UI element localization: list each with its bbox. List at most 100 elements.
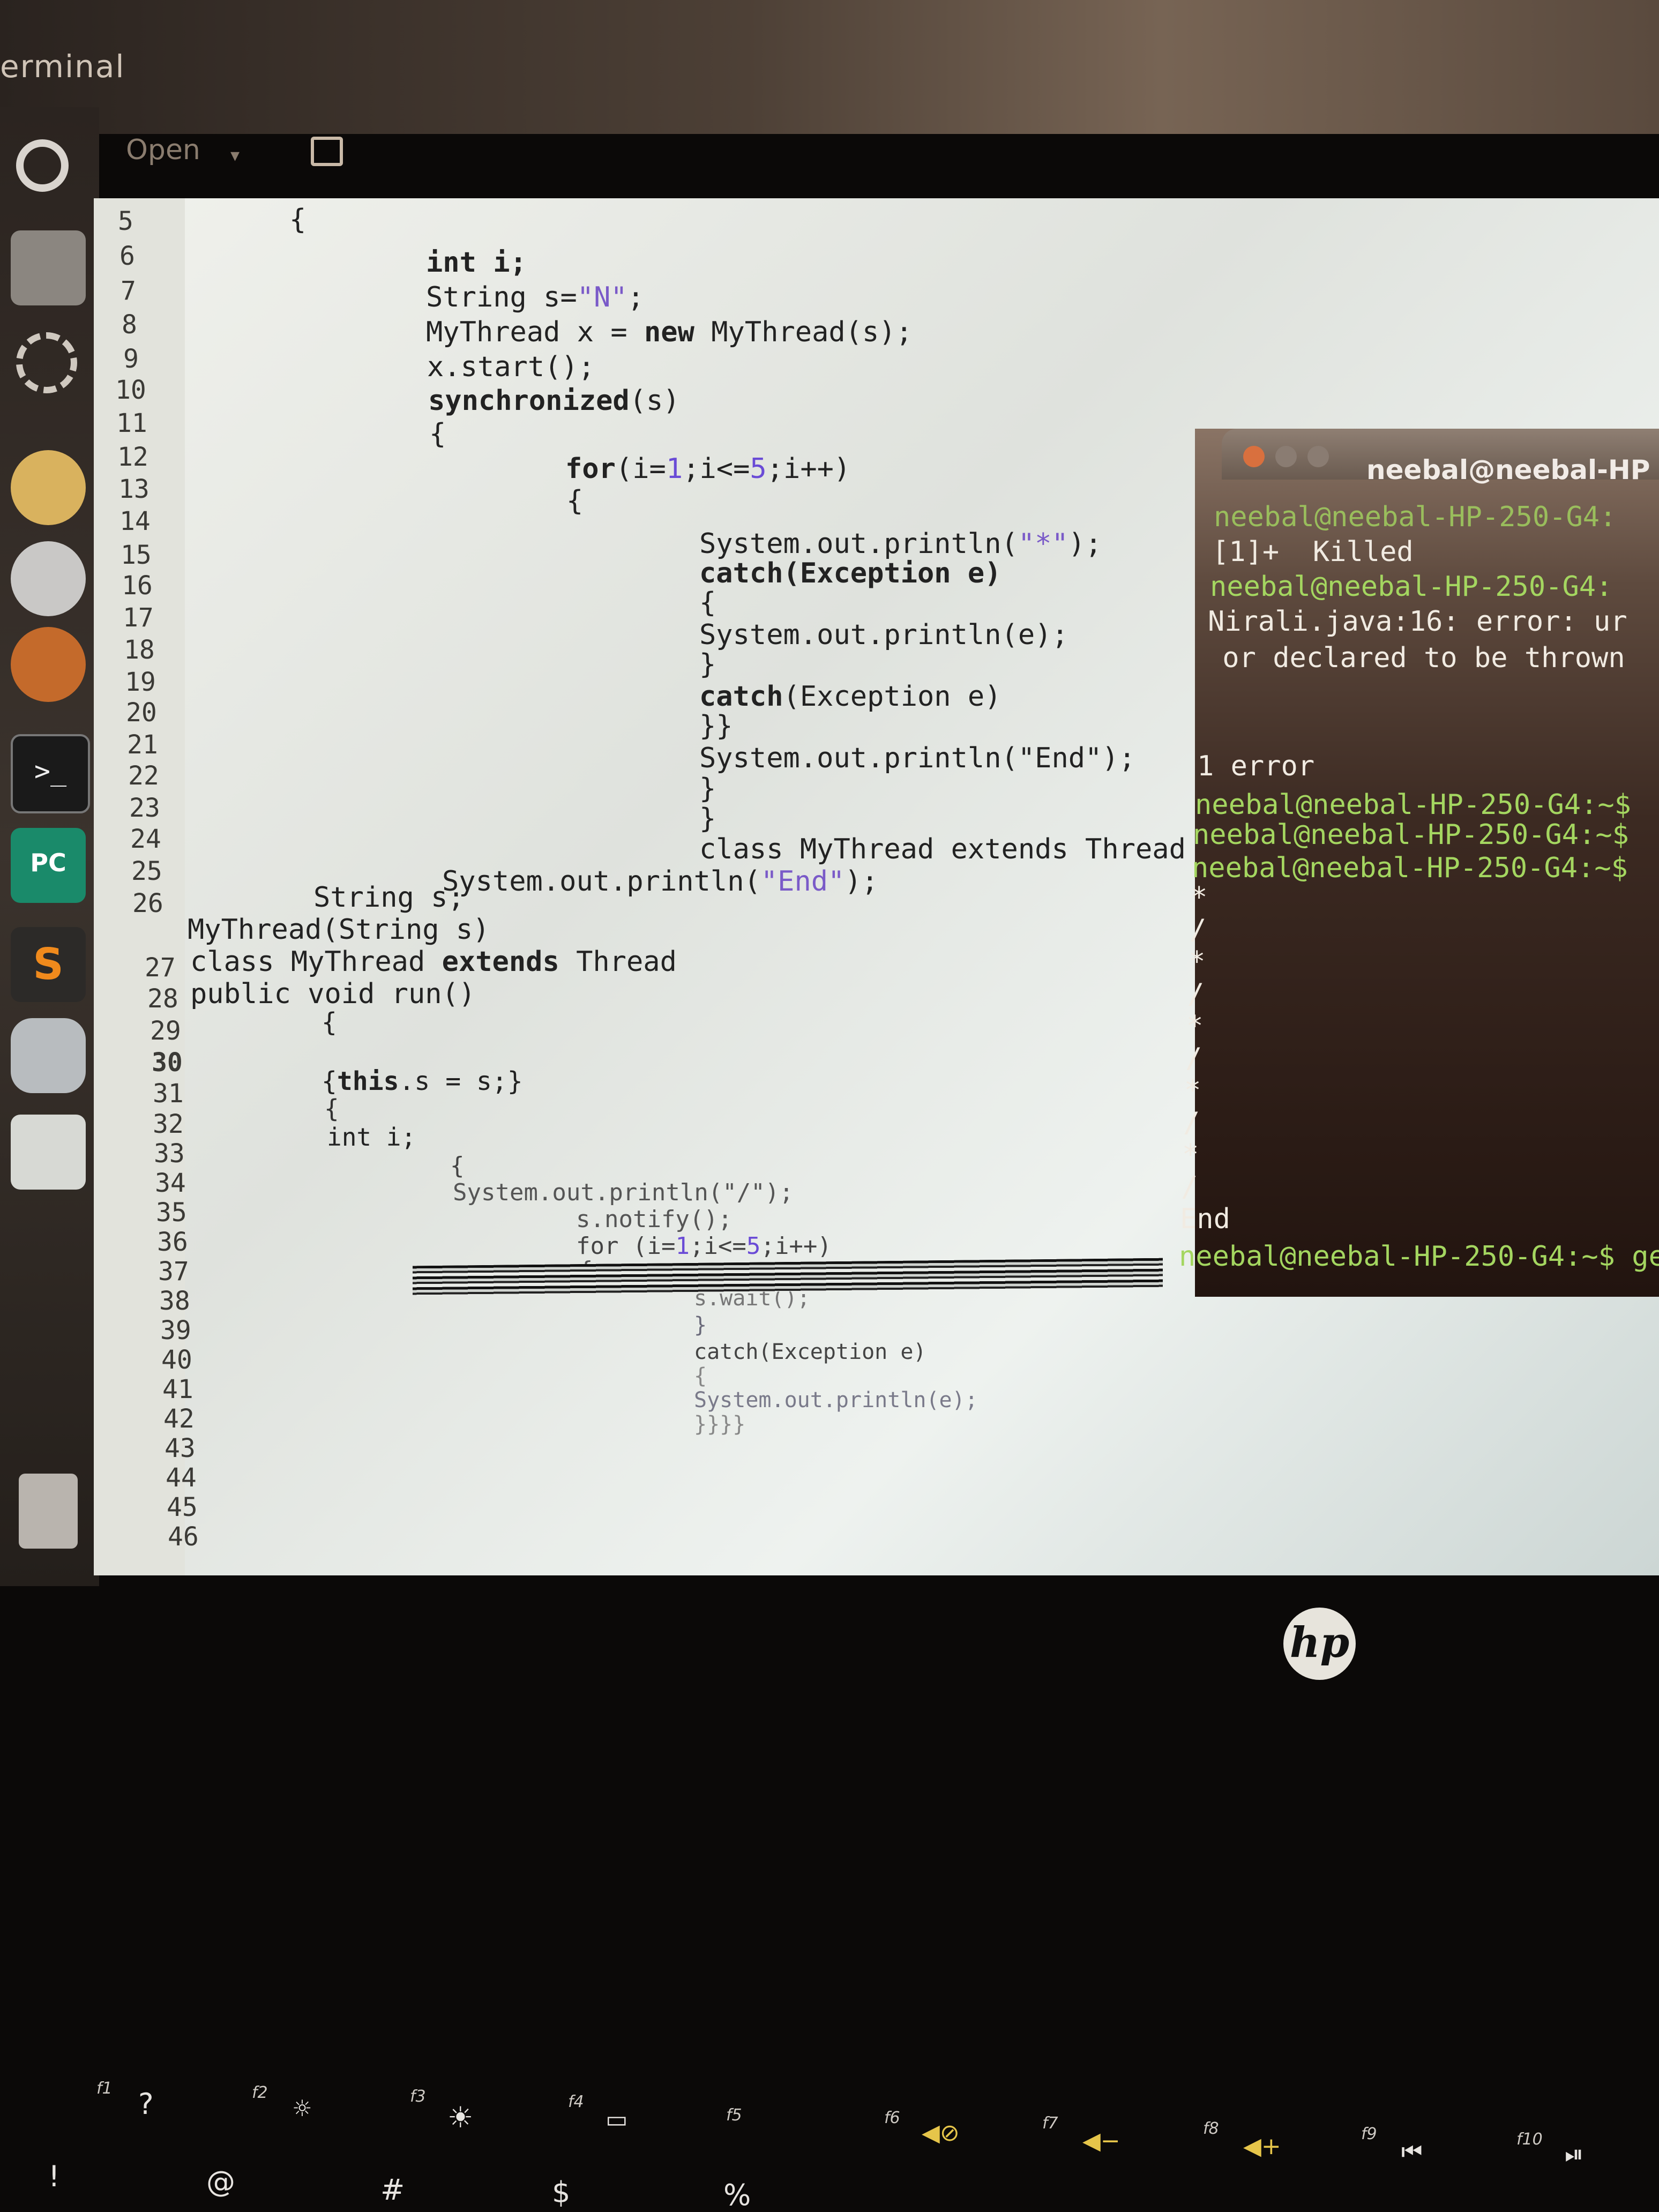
terminal-line: neebal@neebal-HP-250-G4:~$ [1192,852,1628,884]
code-line: String s; [313,881,465,914]
terminal-line: * [1184,1074,1201,1107]
terminal-line: or declared to be thrown [1206,642,1625,674]
line-number: 30 [152,1048,183,1078]
code-line: int i; [426,246,527,279]
brightness-down-icon[interactable]: ☼ [292,2095,312,2121]
line-number: 6 [119,241,135,271]
percent-key[interactable]: % [723,2178,751,2212]
at-key[interactable]: @ [206,2165,235,2199]
fn-key-label: f3 [410,2087,426,2106]
window-title: erminal [0,48,125,85]
line-number: 18 [124,635,155,665]
code-line: { [324,1094,339,1123]
code-line: }} [699,710,733,742]
terminal-line: / [1187,978,1205,1010]
terminal-line: Nirali.java:16: error: ur [1208,606,1627,638]
save-icon[interactable] [311,137,343,166]
line-number: 38 [159,1286,190,1316]
code-line: System.out.println("End"); [699,742,1135,774]
sublime-text-icon[interactable]: S [11,927,86,1002]
fn-key-label: f8 [1203,2119,1219,2138]
dollar-key[interactable]: $ [552,2176,570,2209]
hp-logo: hp [1283,1608,1356,1680]
code-line: { [694,1364,707,1388]
files-icon[interactable] [11,230,86,305]
code-line: class MyThread extends Thread [190,946,677,978]
exclam-key[interactable]: ! [48,2159,60,2193]
code-line: { [566,485,584,517]
firefox-icon[interactable] [11,627,86,702]
line-number: 29 [150,1016,181,1046]
code-line: MyThread x = new MyThread(s); [426,316,913,348]
terminal-line: neebal@neebal-HP-250-G4:~$ [1195,789,1631,821]
terminal-icon[interactable]: >_ [11,734,90,813]
terminal-line: * [1186,1010,1204,1042]
terminal-line: / [1190,914,1207,946]
line-number: 17 [123,603,154,633]
text-editor-icon[interactable] [11,1115,86,1190]
line-number: 28 [147,984,178,1014]
mute-icon[interactable]: ◀⊘ [922,2119,960,2147]
play-pause-icon[interactable]: ⏯ [1565,2141,1583,2168]
brightness-up-icon[interactable]: ☀ [447,2101,473,2134]
open-button[interactable]: Open [126,134,200,166]
code-line: System.out.println("End"); [442,865,878,898]
line-number: 25 [131,856,162,886]
code-line: }}}} [694,1412,746,1437]
terminal-line: / [1183,1107,1200,1139]
pycharm-icon[interactable]: PC [11,828,86,903]
terminal-line: [1]+ Killed [1212,536,1414,568]
terminal-titlebar: neebal@neebal-HP [1222,429,1659,485]
line-number: 27 [145,953,176,983]
close-icon[interactable] [1243,446,1265,467]
terminal-line: neebal@neebal-HP-250-G4:~$ ge [1179,1240,1659,1273]
disc-icon[interactable] [11,541,86,616]
line-number: 33 [154,1139,185,1169]
terminal-line: neebal@neebal-HP-250-G4:~$ [1193,819,1629,851]
terminal-window[interactable]: neebal@neebal-HP neebal@neebal-HP-250-G4… [1179,429,1659,1297]
line-number: 22 [128,761,159,791]
line-number: 12 [117,442,148,472]
chrome-icon[interactable] [11,450,86,525]
volume-up-icon[interactable]: ◀+ [1243,2133,1281,2160]
line-number: 20 [126,698,157,728]
chevron-down-icon[interactable]: ▾ [230,145,240,166]
code-line: x.start(); [427,351,595,383]
line-number: 23 [129,793,160,823]
code-line: class MyThread extends Thread [699,833,1186,865]
trash-icon[interactable] [19,1474,78,1549]
code-line: String s="N"; [426,281,644,313]
code-line: { [322,1007,337,1037]
terminal-line: neebal@neebal-HP-250-G4: [1214,501,1617,533]
line-number: 36 [157,1227,188,1257]
fn-key-label: f9 [1361,2125,1377,2143]
previous-track-icon[interactable]: ⏮ [1401,2138,1423,2165]
code-line: System.out.println(e); [694,1388,978,1413]
line-number: 44 [166,1463,197,1493]
code-line: } [699,648,716,681]
f1-key[interactable]: ? [138,2087,154,2121]
settings-icon[interactable] [16,332,77,393]
display-switch-icon[interactable]: ▭ [606,2106,628,2133]
line-number: 35 [156,1198,187,1228]
line-number: 13 [118,474,150,504]
database-icon[interactable] [11,1018,86,1093]
minimize-icon[interactable] [1275,446,1297,467]
line-number: 37 [158,1257,189,1287]
line-number: 41 [162,1374,193,1404]
line-number: 5 [118,206,133,236]
ubuntu-dash-icon[interactable] [16,139,69,192]
line-number: 11 [116,408,147,438]
volume-down-icon[interactable]: ◀− [1082,2127,1120,2155]
line-number: 9 [123,344,139,374]
maximize-icon[interactable] [1307,446,1329,467]
code-line: System.out.println(e); [699,619,1068,651]
terminal-title: neebal@neebal-HP [1366,454,1650,485]
line-number: 31 [153,1079,184,1109]
hash-key[interactable]: # [380,2173,405,2207]
line-number: 40 [161,1345,192,1375]
code-line: catch(Exception e) [699,557,1002,589]
fn-key-label: f4 [568,2093,584,2111]
fn-key-label: f7 [1042,2114,1058,2133]
laptop-bezel [0,1586,1659,2212]
